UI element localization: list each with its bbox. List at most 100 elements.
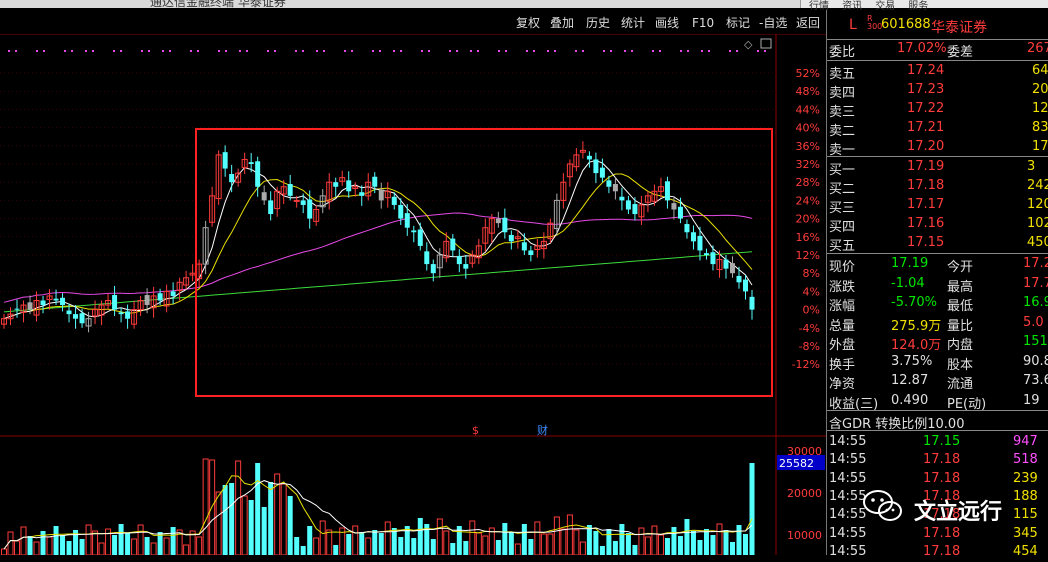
ask-volume: 127 xyxy=(1032,101,1048,116)
toolbar-statistics-button[interactable]: 统计 xyxy=(617,13,649,33)
volume-bar-down xyxy=(255,463,261,555)
ask-price: 17.23 xyxy=(907,82,945,97)
candle-body-down xyxy=(112,295,118,310)
ask-row: 卖二 17.21 83 xyxy=(827,119,1048,139)
indicator-dot xyxy=(295,50,297,52)
volume-bar-up xyxy=(560,528,567,555)
ask-label: 卖三 xyxy=(829,105,856,120)
stat-label: 最低 xyxy=(947,299,974,314)
tick-price: 17.18 xyxy=(923,452,961,468)
tick-time: 14:55 xyxy=(829,470,867,486)
candle-body-down xyxy=(703,253,709,255)
indicator-dot xyxy=(316,50,318,52)
indicator-dot xyxy=(141,50,143,52)
candle-body-down xyxy=(60,297,66,306)
stat-label: 今开 xyxy=(947,260,974,275)
candle-body-down xyxy=(593,159,599,174)
volume-bar-up xyxy=(241,495,248,555)
indicator-dot xyxy=(582,50,584,52)
volume-bar-down xyxy=(378,533,384,555)
volume-bar-up xyxy=(313,537,320,555)
volume-bar-down xyxy=(268,482,274,555)
candle-body-down xyxy=(378,189,384,201)
volume-bar-down xyxy=(625,533,631,555)
candle-body-down xyxy=(677,206,683,219)
candle-body-down xyxy=(430,264,436,274)
toolbar-f10-button[interactable]: F10 xyxy=(688,13,718,33)
volume-bar-up xyxy=(651,525,658,555)
volume-bar-down xyxy=(749,463,755,555)
stat-value: 124.0万 xyxy=(891,338,942,353)
indicator-dot xyxy=(15,50,17,52)
ask-price: 17.21 xyxy=(907,120,945,135)
candle-body-down xyxy=(14,308,20,310)
candle-body-down xyxy=(495,218,501,224)
volume-bar-down xyxy=(450,543,456,555)
stat-label: 量比 xyxy=(947,318,974,334)
toolbar-back-button[interactable]: 返回 xyxy=(792,13,824,33)
toolbar-watchlist-button[interactable]: -自选 xyxy=(755,13,791,33)
candlesticks xyxy=(1,141,755,333)
marker-finance[interactable]: 财 xyxy=(537,423,548,437)
volume-bar-down xyxy=(508,532,514,555)
indicator-dot xyxy=(162,50,164,52)
indicator-dot xyxy=(477,50,479,52)
candle-body-down xyxy=(300,200,306,205)
indicator-dot xyxy=(659,50,661,52)
kline-chart[interactable]: ◇ 52% 48% 44% 40% 36% 32% 28% 24% 20% 16% 12% 8% 4% 0… xyxy=(0,34,826,555)
stat-value: 17.19 xyxy=(891,256,929,271)
volume-bar-down xyxy=(372,530,378,555)
wechat-icon xyxy=(863,490,902,521)
window-restore-icon[interactable] xyxy=(760,38,772,49)
candle-body-down xyxy=(307,199,313,219)
volume-bar-up xyxy=(482,535,489,555)
indicator-dot xyxy=(533,50,535,52)
volume-bar-down xyxy=(248,500,254,555)
indicator-dot xyxy=(43,50,45,52)
diamond-icon[interactable]: ◇ xyxy=(744,38,753,51)
indicator-dot xyxy=(113,50,115,52)
candle-body-down xyxy=(625,200,631,210)
bid-row: 买三 17.17 120 xyxy=(827,196,1048,216)
indicator-dot xyxy=(603,50,605,52)
toolbar-restore-rights-button[interactable]: 复权 xyxy=(512,13,544,33)
volume-axis-20000: 20000 xyxy=(787,487,822,500)
tick-volume: 115 xyxy=(1013,507,1038,523)
bid-volume: 102 xyxy=(1027,216,1048,231)
volume-bar-up xyxy=(579,541,586,555)
stat-row: 外盘 124.0万内盘 151.97 xyxy=(827,333,1048,353)
stat-value: 12.87 xyxy=(891,373,929,388)
indicator-dot xyxy=(687,50,689,52)
volume-bar-up xyxy=(436,518,443,555)
candle-body-down xyxy=(404,213,410,228)
volume-bar-down xyxy=(27,536,33,555)
watermark-text: 文立远行 xyxy=(914,500,1003,525)
tick-time: 14:55 xyxy=(829,543,867,559)
toolbar-draw-button[interactable]: 画线 xyxy=(651,13,683,33)
candle-body-down xyxy=(684,224,690,233)
volume-bar-down xyxy=(632,545,638,555)
ask-volume: 201 xyxy=(1032,82,1048,97)
tick-row: 14:55 17.18 518 xyxy=(827,451,1048,470)
toolbar-mark-button[interactable]: 标记 xyxy=(722,13,754,33)
volume-bar-up xyxy=(92,530,99,555)
indicator-dot xyxy=(302,50,304,52)
volume-bar-down xyxy=(593,531,599,555)
volume-axis-10000: 10000 xyxy=(787,529,822,542)
volume-bar-up xyxy=(202,458,209,555)
indicator-dot xyxy=(344,50,346,52)
stat-row: 涨幅 -5.70% 最低 16.9 xyxy=(827,294,1048,314)
toolbar-history-button[interactable]: 历史 xyxy=(582,13,614,33)
volume-bar-up xyxy=(443,530,450,555)
indicator-dot xyxy=(526,50,528,52)
volume-bar-up xyxy=(352,525,359,555)
volume-bar-up xyxy=(98,542,105,555)
stat-row: 涨跌 -1.04 最高 17.7 xyxy=(827,275,1048,295)
volume-bar-up xyxy=(14,540,21,555)
volume-bar-down xyxy=(697,540,703,555)
volume-bar-down xyxy=(599,546,605,555)
candle-body-down xyxy=(287,184,293,196)
stat-value: 17.7 xyxy=(1023,275,1048,291)
marker-s[interactable]: $ xyxy=(472,424,479,437)
toolbar-overlay-button[interactable]: 叠加 xyxy=(546,13,578,33)
